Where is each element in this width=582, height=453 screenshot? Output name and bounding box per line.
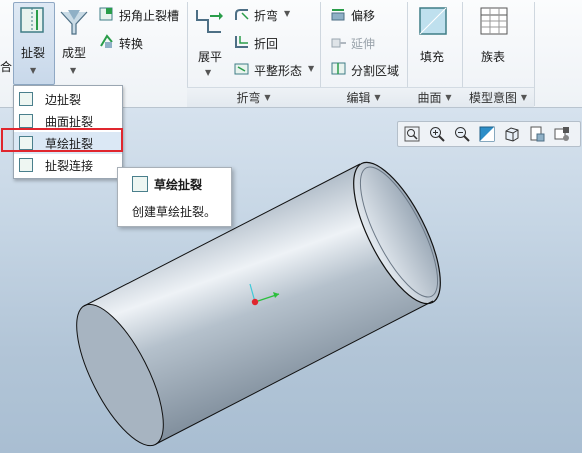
split-area-icon [331, 62, 346, 75]
convert-button[interactable]: 转换 [119, 35, 143, 52]
sketched-rip-icon [132, 176, 148, 192]
menu-item-edge-rip[interactable]: 边扯裂 [14, 88, 122, 110]
group-bends-label: 折弯 [236, 91, 261, 105]
view-toolbar [397, 121, 581, 147]
family-table-button[interactable]: 族表 [481, 48, 505, 65]
group-model-intent[interactable]: 模型意图 ▼ [462, 87, 534, 107]
bend-button[interactable]: 折弯 [254, 7, 278, 24]
bend-back-button[interactable]: 折回 [254, 35, 278, 52]
zoom-out-icon[interactable] [452, 124, 472, 144]
surface-rip-icon [19, 114, 33, 128]
fill-icon [419, 7, 447, 35]
bend-dropdown-arrow[interactable]: ▼ [284, 9, 290, 18]
bend-icon [235, 9, 249, 20]
rip-connect-icon [19, 158, 33, 172]
group-model-intent-label: 模型意图 [469, 91, 518, 105]
display-style-icon[interactable] [502, 124, 522, 144]
edge-rip-icon [19, 92, 33, 106]
offset-button[interactable]: 偏移 [351, 7, 375, 24]
flat-state-dropdown-arrow[interactable]: ▼ [308, 64, 314, 73]
extend-icon [331, 38, 346, 48]
corner-relief-icon [99, 7, 113, 21]
menu-item-rip-connect[interactable]: 扯裂连接 [14, 154, 122, 176]
rip-label: 扯裂 [21, 46, 46, 60]
selection-highlight-box [1, 128, 123, 152]
family-table-icon [480, 7, 508, 35]
unbend-label[interactable]: 展平 [198, 48, 222, 65]
offset-icon [331, 9, 345, 21]
unbend-dropdown-arrow[interactable]: ▼ [205, 68, 211, 77]
menu-item-edge-rip-label: 边扯裂 [45, 92, 82, 107]
datum-display-icon[interactable] [552, 124, 572, 144]
tooltip-description: 创建草绘扯裂。 [132, 205, 217, 219]
bend-back-icon [235, 36, 248, 48]
cut-off-label: 合 [0, 60, 13, 74]
zoom-fit-icon[interactable] [402, 124, 422, 144]
split-area-button[interactable]: 分割区域 [351, 62, 399, 79]
group-editing[interactable]: 编辑 ▼ [320, 87, 407, 107]
extend-button[interactable]: 延伸 [351, 35, 375, 52]
menu-item-rip-connect-label: 扯裂连接 [45, 158, 94, 173]
convert-icon [100, 34, 113, 48]
saved-views-icon[interactable] [527, 124, 547, 144]
rip-dropdown-arrow[interactable]: ▼ [30, 66, 36, 75]
flat-state-button[interactable]: 平整形态 [254, 62, 302, 79]
group-surfaces-label: 曲面 [417, 91, 442, 105]
group-surfaces[interactable]: 曲面 ▼ [407, 87, 462, 107]
group-editing-label: 编辑 [346, 91, 371, 105]
zoom-in-icon[interactable] [427, 124, 447, 144]
rip-icon [20, 7, 44, 33]
tooltip: 草绘扯裂 创建草绘扯裂。 [117, 167, 232, 227]
form-icon [60, 10, 88, 35]
fill-button[interactable]: 填充 [420, 48, 444, 65]
flat-state-icon [234, 63, 249, 75]
group-bends[interactable]: 折弯 ▼ [187, 87, 320, 107]
form-dropdown-arrow[interactable]: ▼ [70, 66, 76, 75]
form-label[interactable]: 成型 [62, 44, 86, 61]
corner-relief-button[interactable]: 拐角止裂槽 [119, 7, 179, 24]
unbend-icon [196, 10, 223, 33]
menu-item-surface-rip-label: 曲面扯裂 [45, 114, 94, 129]
repaint-icon[interactable] [477, 124, 497, 144]
tooltip-title: 草绘扯裂 [154, 178, 203, 192]
